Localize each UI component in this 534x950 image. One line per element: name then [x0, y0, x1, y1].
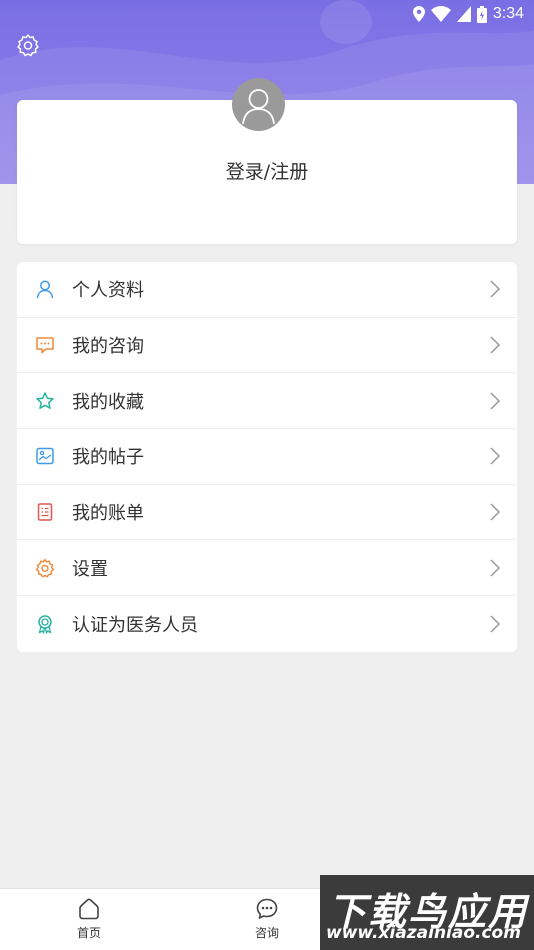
menu-item-certify-medical-staff[interactable]: 认证为医务人员	[17, 596, 517, 652]
menu-item-settings[interactable]: 设置	[17, 540, 517, 597]
status-bar: 3:34	[412, 4, 524, 24]
gear-icon	[17, 34, 39, 57]
default-avatar-icon	[242, 89, 275, 125]
star-icon	[34, 390, 56, 412]
menu-item-bills[interactable]: 我的账单	[17, 485, 517, 541]
chevron-right-icon	[490, 559, 501, 577]
tab-consult[interactable]: 咨询	[237, 897, 297, 941]
menu-item-label: 个人资料	[72, 280, 144, 302]
chevron-right-icon	[490, 447, 501, 465]
status-time: 3:34	[492, 5, 524, 22]
home-icon	[79, 898, 99, 920]
menu-item-favorites[interactable]: 我的收藏	[17, 373, 517, 430]
menu-item-label: 认证为医务人员	[72, 614, 198, 636]
watermark-url: www.xiazainiao.com	[326, 923, 521, 943]
menu-item-profile[interactable]: 个人资料	[17, 262, 517, 318]
chevron-right-icon	[490, 280, 501, 298]
menu-item-posts[interactable]: 我的帖子	[17, 429, 517, 485]
settings-button[interactable]	[14, 31, 42, 59]
signal-icon	[456, 6, 471, 22]
login-register-link[interactable]: 登录/注册	[0, 157, 534, 184]
battery-icon	[476, 5, 487, 23]
tab-home[interactable]: 首页	[59, 897, 119, 941]
chat-icon	[256, 898, 278, 919]
menu-item-label: 我的帖子	[72, 447, 144, 469]
menu-item-label: 我的账单	[72, 503, 144, 525]
watermark-logo: 下载鸟应用 www.xiazainiao.com	[320, 875, 534, 950]
chat-bubble-icon	[34, 334, 56, 356]
location-icon	[412, 6, 425, 22]
certificate-icon	[34, 613, 56, 635]
image-post-icon	[34, 445, 56, 467]
menu-item-consultations[interactable]: 我的咨询	[17, 318, 517, 374]
person-icon	[34, 278, 56, 300]
wifi-icon	[430, 6, 451, 22]
tab-label: 首页	[76, 926, 101, 940]
tab-label: 咨询	[254, 926, 279, 940]
chevron-right-icon	[490, 392, 501, 410]
avatar[interactable]	[232, 78, 285, 131]
bill-icon	[34, 501, 56, 523]
chevron-right-icon	[490, 503, 501, 521]
chevron-right-icon	[490, 615, 501, 633]
gear-icon	[34, 557, 56, 579]
menu-item-label: 我的咨询	[72, 336, 144, 358]
menu-list: 个人资料 我的咨询 我的收藏 我的帖子 我的账单 设置 认证为医务人员	[17, 262, 517, 652]
menu-item-label: 设置	[72, 558, 108, 580]
chevron-right-icon	[490, 336, 501, 354]
menu-item-label: 我的收藏	[72, 391, 144, 413]
